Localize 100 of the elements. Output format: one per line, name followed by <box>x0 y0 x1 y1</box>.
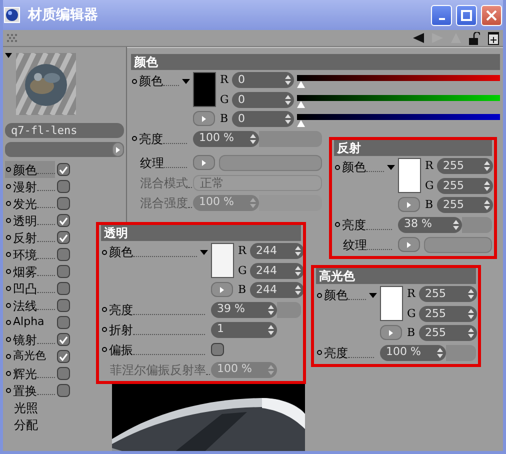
checkbox[interactable] <box>57 231 70 244</box>
material-preview[interactable] <box>16 53 76 115</box>
number-field[interactable]: 39 % <box>211 302 277 318</box>
triangle-icon[interactable] <box>5 53 12 58</box>
channel-item[interactable]: 发光 <box>5 195 55 212</box>
dropdown-triangle-icon[interactable] <box>182 78 190 84</box>
color-swatch[interactable] <box>193 72 216 107</box>
spinner-icon <box>295 285 301 296</box>
spinner-icon <box>468 308 474 319</box>
checkbox[interactable] <box>57 197 70 210</box>
spinner-icon <box>285 94 291 105</box>
dot-icon <box>6 354 11 359</box>
color-swatch[interactable] <box>398 158 421 193</box>
spinner-icon <box>484 161 490 172</box>
channel-item[interactable]: 法线 <box>5 297 55 314</box>
dropdown-triangle-icon[interactable] <box>387 164 395 170</box>
number-field[interactable]: 255 <box>437 158 493 174</box>
dropdown-triangle-icon[interactable] <box>369 292 377 298</box>
channel-item[interactable]: 颜色 <box>5 161 55 178</box>
number-field[interactable]: 100 % <box>380 344 446 360</box>
color-slider[interactable] <box>297 111 500 128</box>
number-field[interactable]: 255 <box>437 197 493 214</box>
checkbox[interactable] <box>57 214 70 227</box>
channel-item[interactable]: 置换 <box>5 382 55 399</box>
maximize-button[interactable] <box>456 4 477 26</box>
channel-item[interactable]: 凹凸 <box>5 280 55 297</box>
checkbox[interactable] <box>57 350 70 363</box>
new-window-icon[interactable] <box>488 32 499 44</box>
number-field[interactable]: 38 % <box>398 216 462 232</box>
dropdown-triangle-icon[interactable] <box>200 250 208 254</box>
channel-letter: R <box>238 243 248 259</box>
number-field[interactable]: 0 <box>232 111 294 128</box>
number-field[interactable]: 244 <box>250 262 303 279</box>
channel-letter: G <box>407 306 417 322</box>
number-field[interactable]: 0 <box>232 72 294 88</box>
channel-item[interactable]: 烟雾 <box>5 263 55 280</box>
channel-item[interactable]: Alpha <box>5 314 55 331</box>
channel-item[interactable]: 光照 <box>5 399 55 416</box>
spinner-icon <box>453 220 459 230</box>
material-name-field[interactable]: q7-fl-lens <box>5 123 124 138</box>
number-field[interactable]: 1 <box>211 322 277 338</box>
checkbox[interactable] <box>211 343 224 356</box>
arrow-button[interactable] <box>211 282 233 297</box>
color-swatch[interactable] <box>380 286 403 321</box>
channel-item[interactable]: 分配 <box>5 416 55 433</box>
channel-label: 辉光 <box>13 366 37 382</box>
channel-item[interactable]: 环境 <box>5 246 55 263</box>
checkbox[interactable] <box>57 299 70 312</box>
spinner-icon <box>484 200 490 210</box>
channel-item[interactable]: 辉光 <box>5 365 55 382</box>
section-header: 透明 <box>101 225 301 241</box>
checkbox[interactable] <box>57 316 70 329</box>
channel-label: 颜色 <box>13 162 37 178</box>
channel-item[interactable]: 高光色 <box>5 348 55 365</box>
spinner-icon <box>285 75 291 86</box>
checkbox[interactable] <box>57 333 70 346</box>
number-field[interactable]: 244 <box>250 282 303 298</box>
check-icon <box>59 166 68 174</box>
checkbox[interactable] <box>57 282 70 295</box>
number-field[interactable]: 255 <box>419 286 477 302</box>
channel-label: 漫射 <box>13 178 37 196</box>
close-button[interactable] <box>481 4 502 26</box>
field-label: 亮度 <box>342 216 366 234</box>
checkbox[interactable] <box>57 163 70 176</box>
channel-item[interactable]: 透明 <box>5 212 55 229</box>
channel-letter: G <box>238 262 248 278</box>
section-header: 高光色 <box>316 268 476 284</box>
checkbox[interactable] <box>57 367 70 380</box>
channel-item[interactable]: 漫射 <box>5 178 55 195</box>
texture-field[interactable] <box>424 236 492 252</box>
checkbox[interactable] <box>57 265 70 278</box>
checkbox[interactable] <box>57 384 70 397</box>
arrow-button[interactable] <box>380 325 402 340</box>
checkbox[interactable] <box>57 180 70 193</box>
number-field[interactable]: 244 <box>250 243 303 260</box>
arrow-button[interactable] <box>193 155 215 170</box>
dot-icon <box>6 184 11 189</box>
number-field[interactable]: 255 <box>419 306 477 322</box>
arrow-button[interactable] <box>398 197 420 212</box>
field-label: 纹理 <box>140 154 164 172</box>
channel-letter: B <box>220 111 230 127</box>
channel-item[interactable]: 镜射 <box>5 331 55 348</box>
texture-field[interactable] <box>219 154 322 170</box>
field-label: 颜色 <box>139 73 163 90</box>
minimize-button[interactable] <box>431 4 452 26</box>
number-field[interactable]: 255 <box>437 178 493 194</box>
channel-label: 镜射 <box>13 332 37 348</box>
number-field: 100 % <box>193 194 259 210</box>
checkbox[interactable] <box>57 248 70 261</box>
lock-icon[interactable] <box>469 32 480 44</box>
number-field[interactable]: 255 <box>419 325 477 342</box>
arrow-button[interactable] <box>193 111 215 126</box>
back-arrow-icon[interactable] <box>413 33 424 43</box>
number-field[interactable]: 100 % <box>193 130 259 146</box>
arrow-button[interactable] <box>398 237 420 252</box>
color-slider[interactable] <box>297 72 500 88</box>
channel-item[interactable]: 反射 <box>5 229 55 246</box>
number-field[interactable]: 0 <box>232 92 294 108</box>
scroll-bar[interactable] <box>5 142 124 157</box>
color-swatch[interactable] <box>211 243 234 278</box>
